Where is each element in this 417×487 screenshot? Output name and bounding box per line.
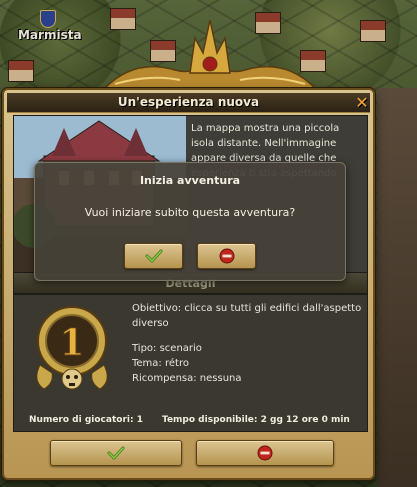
details-panel: 1 Obiettivo: clicca su tutti gli edifici… [13,294,368,432]
crown-ornament-icon [103,19,317,89]
map-building[interactable] [360,20,386,42]
modal-question: Vuoi iniziare subito questa avventura? [84,206,296,219]
difficulty-number: 1 [59,322,84,364]
no-entry-icon [257,445,273,461]
modal-accept-button[interactable] [124,243,183,269]
map-scenery-right [377,88,417,487]
time-available-text: Tempo disponibile: 2 gg 12 ore 0 min [162,415,350,425]
start-adventure-modal: Inizia avventura Vuoi iniziare subito qu… [34,162,346,281]
objective-text: Obiettivo: clicca su tutti gli edifici d… [132,303,362,329]
player-banner-icon[interactable] [40,10,56,28]
theme-text: Tema: rétro [132,358,189,369]
players-count-text: Numero di giocatori: 1 [29,415,143,425]
dialog-titlebar: Un'esperienza nuova ✕ [7,93,370,113]
no-entry-icon [219,248,234,264]
modal-title: Inizia avventura [139,174,241,187]
modal-decline-button[interactable] [197,243,256,269]
accept-button[interactable] [50,440,182,466]
type-text: Tipo: scenario [132,343,202,354]
check-icon [145,249,162,263]
check-icon [107,446,125,460]
difficulty-medal-icon: 1 [36,306,108,390]
dialog-title: Un'esperienza nuova [117,95,260,109]
decline-button[interactable] [196,440,334,466]
close-icon: ✕ [355,93,369,112]
close-button[interactable]: ✕ [354,95,370,111]
reward-text: Ricompensa: nessuna [132,373,242,384]
scenario-dialog: Un'esperienza nuova ✕ La mappa mostra un… [2,88,375,480]
player-name-label[interactable]: Marmista [18,28,82,42]
map-building[interactable] [8,60,34,82]
